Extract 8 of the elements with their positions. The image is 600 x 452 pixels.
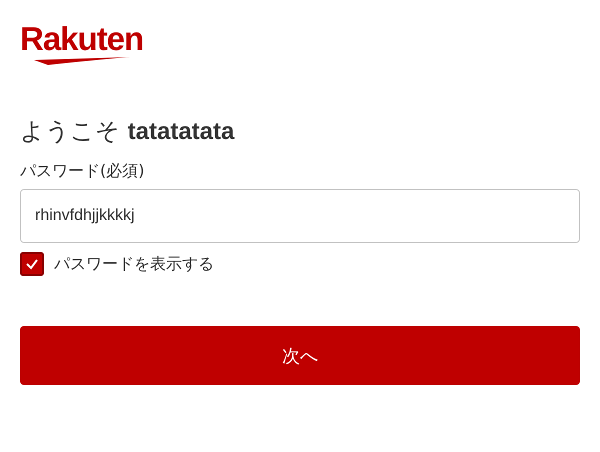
heading: ようこそ tatatatata: [20, 116, 236, 147]
field-label: パスワード(必須): [20, 160, 144, 182]
logo-text: Rakuten: [20, 22, 144, 56]
password-field[interactable]: rhinvfdhjjkkkkj: [20, 189, 580, 243]
next-button[interactable]: 次へ: [20, 326, 580, 385]
checkbox-label: パスワードを表示する: [54, 254, 214, 274]
swoosh-icon: [34, 57, 130, 65]
checkbox[interactable]: [20, 252, 44, 276]
